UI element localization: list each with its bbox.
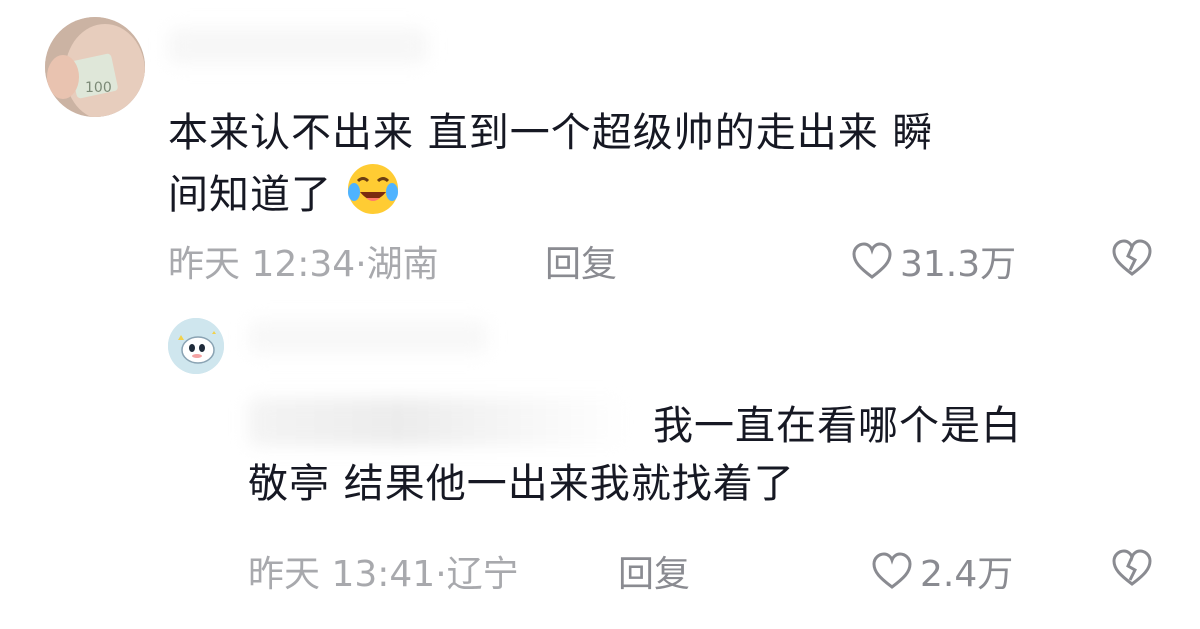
blurred-username [168, 28, 428, 64]
avatar[interactable] [168, 318, 224, 374]
broken-heart-icon[interactable] [1110, 238, 1154, 278]
heart-outline-icon [872, 552, 912, 589]
broken-heart-icon[interactable] [1110, 548, 1154, 588]
blurred-username [248, 320, 488, 354]
comment-text: 本来认不出来 直到一个超级帅的走出来 瞬 间知道了 [168, 104, 1168, 224]
like-count: 2.4万 [920, 554, 1014, 595]
svg-text:100: 100 [85, 80, 112, 96]
comment-text-line: 敬亭 结果他一出来我就找着了 [248, 461, 795, 507]
like-count: 31.3万 [900, 244, 1017, 285]
avatar[interactable]: 100 [45, 17, 145, 117]
reply-button[interactable]: 回复 [618, 545, 690, 597]
comment-text-line: 本来认不出来 直到一个超级帅的走出来 瞬 [168, 110, 934, 156]
heart-outline-icon [852, 242, 892, 279]
comment-text-line: 我一直在看哪个是白 [653, 403, 1022, 449]
avatar-photo: 100 [45, 17, 145, 117]
reply-button[interactable]: 回复 [545, 235, 617, 287]
comment-timestamp: 昨天 12:34·湖南 [168, 244, 439, 285]
avatar-cartoon [168, 318, 224, 374]
comment-timestamp: 昨天 13:41·辽宁 [248, 554, 519, 595]
like-button[interactable]: 31.3万 [850, 235, 1016, 287]
like-button[interactable]: 2.4万 [870, 545, 1013, 597]
blurred-reply-target [248, 398, 628, 446]
comment-text-line: 间知道了 [168, 162, 1168, 224]
crying-laughing-emoji-icon [347, 164, 398, 214]
